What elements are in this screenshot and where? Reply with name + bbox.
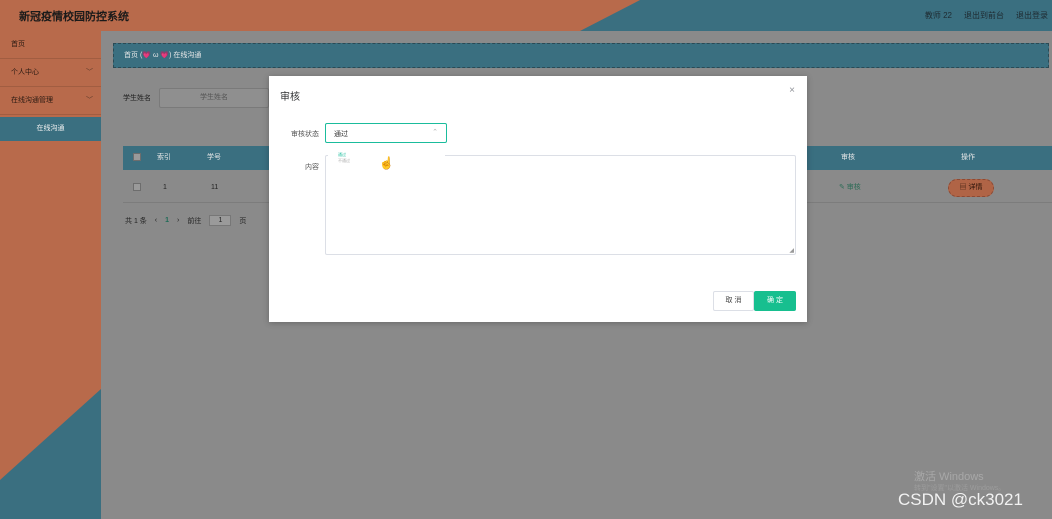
header-student-no: 学号 bbox=[207, 154, 221, 161]
logout-link[interactable]: 退出登录 bbox=[1016, 10, 1048, 21]
content-label: 内容 bbox=[305, 164, 319, 171]
resize-handle-icon[interactable]: ◢ bbox=[789, 247, 794, 254]
header-action: 操作 bbox=[961, 154, 975, 161]
row-student-no: 11 bbox=[211, 184, 219, 191]
status-select-value: 通过 bbox=[334, 131, 348, 138]
sidebar-item-home[interactable]: 首页 bbox=[0, 31, 101, 59]
top-header: 新冠疫情校园防控系统 教师 22 退出到前台 退出登录 bbox=[0, 0, 1052, 31]
select-all-checkbox[interactable] bbox=[133, 146, 141, 170]
pagination: 共 1 条 ‹ 1 › 前往 1 页 bbox=[125, 215, 246, 226]
pager-goto-label: 前往 bbox=[187, 217, 202, 225]
csdn-watermark: CSDN @ck3021 bbox=[898, 490, 1023, 509]
breadcrumb-deco: (💗 ω 💗) bbox=[139, 52, 172, 59]
status-option-fail[interactable]: 不通过 bbox=[338, 158, 350, 164]
pager-current[interactable]: 1 bbox=[165, 217, 169, 224]
breadcrumb-home[interactable]: 首页 bbox=[124, 52, 138, 59]
row-index: 1 bbox=[163, 184, 167, 191]
audit-link[interactable]: ✎ 审核 bbox=[839, 173, 861, 203]
header-index: 索引 bbox=[157, 154, 171, 161]
search-row: 学生姓名 学生姓名 bbox=[123, 88, 269, 108]
status-label: 审核状态 bbox=[291, 131, 319, 138]
app-title: 新冠疫情校园防控系统 bbox=[19, 11, 129, 23]
pager-goto-input[interactable]: 1 bbox=[209, 215, 232, 226]
front-link[interactable]: 退出到前台 bbox=[964, 10, 1004, 21]
pager-prev-icon[interactable]: ‹ bbox=[155, 217, 157, 224]
chevron-down-icon: ﹀ bbox=[86, 69, 93, 76]
dialog-title: 审核 bbox=[280, 92, 300, 103]
content-textarea[interactable]: ◢ bbox=[325, 155, 796, 255]
pager-page-suffix: 页 bbox=[239, 217, 247, 225]
header-user-area: 教师 22 退出到前台 退出登录 bbox=[925, 10, 1048, 21]
row-checkbox[interactable] bbox=[133, 173, 141, 203]
chevron-down-icon: ﹀ bbox=[86, 97, 93, 104]
cancel-button[interactable]: 取 消 bbox=[713, 291, 754, 311]
pager-total: 共 1 条 bbox=[125, 217, 147, 225]
hand-cursor-icon: ☝ bbox=[379, 156, 394, 170]
search-label: 学生姓名 bbox=[123, 95, 151, 102]
close-icon[interactable]: × bbox=[789, 85, 795, 96]
audit-dialog: 审核 × 审核状态 通过 ⌃ 内容 ◢ 通过 不通过 ☝ 取 消 确 定 bbox=[269, 76, 807, 322]
breadcrumb: 首页 (💗 ω 💗) 在线沟通 bbox=[113, 43, 1049, 68]
detail-button[interactable]: ▤ 详情 bbox=[948, 179, 994, 197]
sidebar-decoration bbox=[0, 389, 101, 519]
sidebar-item-communication-management[interactable]: 在线沟通管理 ﹀ bbox=[0, 87, 101, 115]
current-user: 教师 22 bbox=[924, 11, 952, 20]
confirm-button[interactable]: 确 定 bbox=[754, 291, 796, 311]
sidebar-subitem-online-communication[interactable]: 在线沟通 bbox=[0, 117, 101, 141]
header-audit: 审核 bbox=[841, 154, 855, 161]
chevron-up-icon: ⌃ bbox=[432, 129, 438, 136]
sidebar-item-personal-label: 个人中心 bbox=[11, 69, 39, 76]
sidebar-item-personal-center[interactable]: 个人中心 ﹀ bbox=[0, 59, 101, 87]
sidebar-item-home-label: 首页 bbox=[11, 41, 25, 48]
sidebar: 首页 个人中心 ﹀ 在线沟通管理 ﹀ 在线沟通 bbox=[0, 31, 101, 519]
status-select[interactable]: 通过 ⌃ bbox=[325, 123, 447, 143]
sidebar-item-communication-label: 在线沟通管理 bbox=[11, 97, 53, 104]
search-input[interactable]: 学生姓名 bbox=[159, 88, 269, 108]
breadcrumb-current: 在线沟通 bbox=[173, 52, 202, 59]
pager-next-icon[interactable]: › bbox=[177, 217, 179, 224]
windows-activation-watermark: 激活 Windows bbox=[914, 471, 984, 483]
